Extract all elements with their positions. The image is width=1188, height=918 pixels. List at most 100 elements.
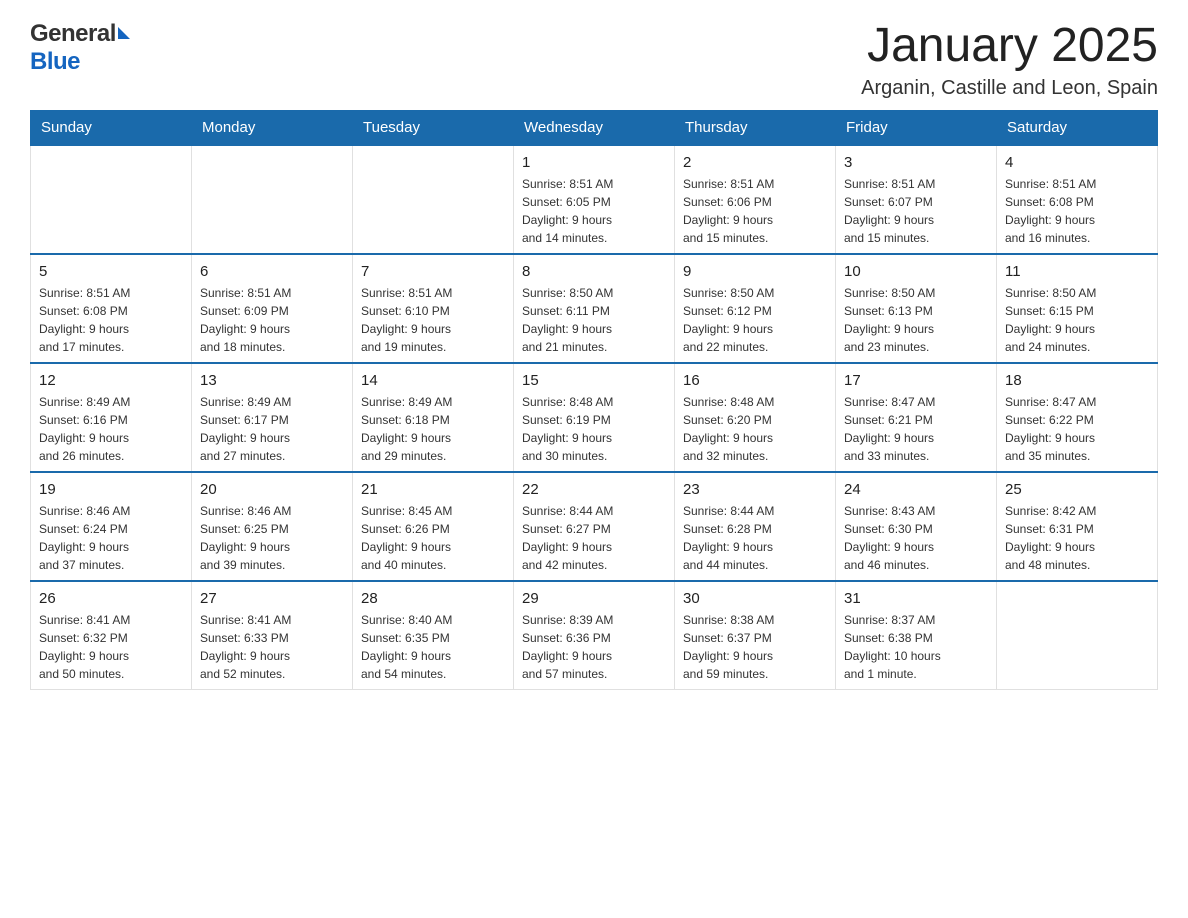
day-number: 17 <box>844 370 988 391</box>
day-number: 29 <box>522 588 666 609</box>
calendar-cell: 10Sunrise: 8:50 AMSunset: 6:13 PMDayligh… <box>836 254 997 363</box>
day-of-week-header: Sunday <box>31 110 192 145</box>
day-info: Sunrise: 8:51 AMSunset: 6:08 PMDaylight:… <box>1005 175 1149 247</box>
day-number: 26 <box>39 588 183 609</box>
calendar-cell: 23Sunrise: 8:44 AMSunset: 6:28 PMDayligh… <box>675 472 836 581</box>
calendar-cell: 2Sunrise: 8:51 AMSunset: 6:06 PMDaylight… <box>675 145 836 254</box>
calendar-cell: 27Sunrise: 8:41 AMSunset: 6:33 PMDayligh… <box>192 581 353 690</box>
day-info: Sunrise: 8:49 AMSunset: 6:16 PMDaylight:… <box>39 393 183 465</box>
logo-general: General <box>30 20 116 48</box>
day-number: 24 <box>844 479 988 500</box>
logo-triangle-icon <box>118 27 130 39</box>
day-number: 2 <box>683 152 827 173</box>
day-number: 10 <box>844 261 988 282</box>
day-number: 8 <box>522 261 666 282</box>
calendar-cell: 3Sunrise: 8:51 AMSunset: 6:07 PMDaylight… <box>836 145 997 254</box>
calendar-week-row: 1Sunrise: 8:51 AMSunset: 6:05 PMDaylight… <box>31 145 1158 254</box>
day-info: Sunrise: 8:42 AMSunset: 6:31 PMDaylight:… <box>1005 502 1149 574</box>
calendar-cell: 6Sunrise: 8:51 AMSunset: 6:09 PMDaylight… <box>192 254 353 363</box>
day-info: Sunrise: 8:48 AMSunset: 6:19 PMDaylight:… <box>522 393 666 465</box>
calendar-cell: 1Sunrise: 8:51 AMSunset: 6:05 PMDaylight… <box>514 145 675 254</box>
day-info: Sunrise: 8:44 AMSunset: 6:28 PMDaylight:… <box>683 502 827 574</box>
calendar-cell: 17Sunrise: 8:47 AMSunset: 6:21 PMDayligh… <box>836 363 997 472</box>
calendar-cell: 8Sunrise: 8:50 AMSunset: 6:11 PMDaylight… <box>514 254 675 363</box>
calendar-cell: 20Sunrise: 8:46 AMSunset: 6:25 PMDayligh… <box>192 472 353 581</box>
day-info: Sunrise: 8:37 AMSunset: 6:38 PMDaylight:… <box>844 611 988 683</box>
day-number: 30 <box>683 588 827 609</box>
day-number: 11 <box>1005 261 1149 282</box>
calendar-cell: 15Sunrise: 8:48 AMSunset: 6:19 PMDayligh… <box>514 363 675 472</box>
day-number: 15 <box>522 370 666 391</box>
calendar-cell: 11Sunrise: 8:50 AMSunset: 6:15 PMDayligh… <box>997 254 1158 363</box>
calendar-body: 1Sunrise: 8:51 AMSunset: 6:05 PMDaylight… <box>31 145 1158 690</box>
day-info: Sunrise: 8:46 AMSunset: 6:24 PMDaylight:… <box>39 502 183 574</box>
logo-blue: Blue <box>30 48 80 76</box>
day-number: 12 <box>39 370 183 391</box>
day-of-week-header: Wednesday <box>514 110 675 145</box>
calendar-cell: 16Sunrise: 8:48 AMSunset: 6:20 PMDayligh… <box>675 363 836 472</box>
calendar-cell: 9Sunrise: 8:50 AMSunset: 6:12 PMDaylight… <box>675 254 836 363</box>
calendar-cell: 30Sunrise: 8:38 AMSunset: 6:37 PMDayligh… <box>675 581 836 690</box>
calendar-cell: 12Sunrise: 8:49 AMSunset: 6:16 PMDayligh… <box>31 363 192 472</box>
day-info: Sunrise: 8:51 AMSunset: 6:07 PMDaylight:… <box>844 175 988 247</box>
day-info: Sunrise: 8:51 AMSunset: 6:06 PMDaylight:… <box>683 175 827 247</box>
day-number: 21 <box>361 479 505 500</box>
day-number: 3 <box>844 152 988 173</box>
day-info: Sunrise: 8:50 AMSunset: 6:13 PMDaylight:… <box>844 284 988 356</box>
day-number: 14 <box>361 370 505 391</box>
day-of-week-header: Thursday <box>675 110 836 145</box>
day-info: Sunrise: 8:40 AMSunset: 6:35 PMDaylight:… <box>361 611 505 683</box>
title-block: January 2025 Arganin, Castille and Leon,… <box>861 20 1158 100</box>
day-number: 31 <box>844 588 988 609</box>
calendar-cell: 14Sunrise: 8:49 AMSunset: 6:18 PMDayligh… <box>353 363 514 472</box>
calendar-cell: 18Sunrise: 8:47 AMSunset: 6:22 PMDayligh… <box>997 363 1158 472</box>
day-number: 18 <box>1005 370 1149 391</box>
calendar-cell: 24Sunrise: 8:43 AMSunset: 6:30 PMDayligh… <box>836 472 997 581</box>
day-info: Sunrise: 8:50 AMSunset: 6:11 PMDaylight:… <box>522 284 666 356</box>
day-info: Sunrise: 8:50 AMSunset: 6:15 PMDaylight:… <box>1005 284 1149 356</box>
calendar-cell <box>353 145 514 254</box>
calendar-cell: 5Sunrise: 8:51 AMSunset: 6:08 PMDaylight… <box>31 254 192 363</box>
day-number: 7 <box>361 261 505 282</box>
logo: General Blue <box>30 20 130 76</box>
day-number: 27 <box>200 588 344 609</box>
day-info: Sunrise: 8:49 AMSunset: 6:17 PMDaylight:… <box>200 393 344 465</box>
day-number: 28 <box>361 588 505 609</box>
calendar-table: SundayMondayTuesdayWednesdayThursdayFrid… <box>30 110 1158 690</box>
calendar-cell: 21Sunrise: 8:45 AMSunset: 6:26 PMDayligh… <box>353 472 514 581</box>
calendar-cell: 22Sunrise: 8:44 AMSunset: 6:27 PMDayligh… <box>514 472 675 581</box>
day-info: Sunrise: 8:47 AMSunset: 6:22 PMDaylight:… <box>1005 393 1149 465</box>
day-info: Sunrise: 8:50 AMSunset: 6:12 PMDaylight:… <box>683 284 827 356</box>
calendar-subtitle: Arganin, Castille and Leon, Spain <box>861 77 1158 100</box>
calendar-week-row: 12Sunrise: 8:49 AMSunset: 6:16 PMDayligh… <box>31 363 1158 472</box>
day-number: 4 <box>1005 152 1149 173</box>
day-info: Sunrise: 8:39 AMSunset: 6:36 PMDaylight:… <box>522 611 666 683</box>
day-of-week-header: Tuesday <box>353 110 514 145</box>
calendar-week-row: 19Sunrise: 8:46 AMSunset: 6:24 PMDayligh… <box>31 472 1158 581</box>
calendar-cell <box>192 145 353 254</box>
day-info: Sunrise: 8:44 AMSunset: 6:27 PMDaylight:… <box>522 502 666 574</box>
day-number: 23 <box>683 479 827 500</box>
page-header: General Blue January 2025 Arganin, Casti… <box>30 20 1158 100</box>
day-info: Sunrise: 8:41 AMSunset: 6:33 PMDaylight:… <box>200 611 344 683</box>
day-number: 13 <box>200 370 344 391</box>
day-info: Sunrise: 8:51 AMSunset: 6:08 PMDaylight:… <box>39 284 183 356</box>
calendar-cell: 19Sunrise: 8:46 AMSunset: 6:24 PMDayligh… <box>31 472 192 581</box>
calendar-week-row: 26Sunrise: 8:41 AMSunset: 6:32 PMDayligh… <box>31 581 1158 690</box>
calendar-cell: 7Sunrise: 8:51 AMSunset: 6:10 PMDaylight… <box>353 254 514 363</box>
day-number: 22 <box>522 479 666 500</box>
day-info: Sunrise: 8:51 AMSunset: 6:10 PMDaylight:… <box>361 284 505 356</box>
calendar-title: January 2025 <box>861 20 1158 73</box>
day-number: 1 <box>522 152 666 173</box>
calendar-cell: 28Sunrise: 8:40 AMSunset: 6:35 PMDayligh… <box>353 581 514 690</box>
calendar-cell: 13Sunrise: 8:49 AMSunset: 6:17 PMDayligh… <box>192 363 353 472</box>
calendar-cell <box>31 145 192 254</box>
day-info: Sunrise: 8:47 AMSunset: 6:21 PMDaylight:… <box>844 393 988 465</box>
day-number: 6 <box>200 261 344 282</box>
day-number: 9 <box>683 261 827 282</box>
days-of-week-row: SundayMondayTuesdayWednesdayThursdayFrid… <box>31 110 1158 145</box>
day-of-week-header: Monday <box>192 110 353 145</box>
calendar-cell: 26Sunrise: 8:41 AMSunset: 6:32 PMDayligh… <box>31 581 192 690</box>
day-info: Sunrise: 8:43 AMSunset: 6:30 PMDaylight:… <box>844 502 988 574</box>
day-info: Sunrise: 8:46 AMSunset: 6:25 PMDaylight:… <box>200 502 344 574</box>
